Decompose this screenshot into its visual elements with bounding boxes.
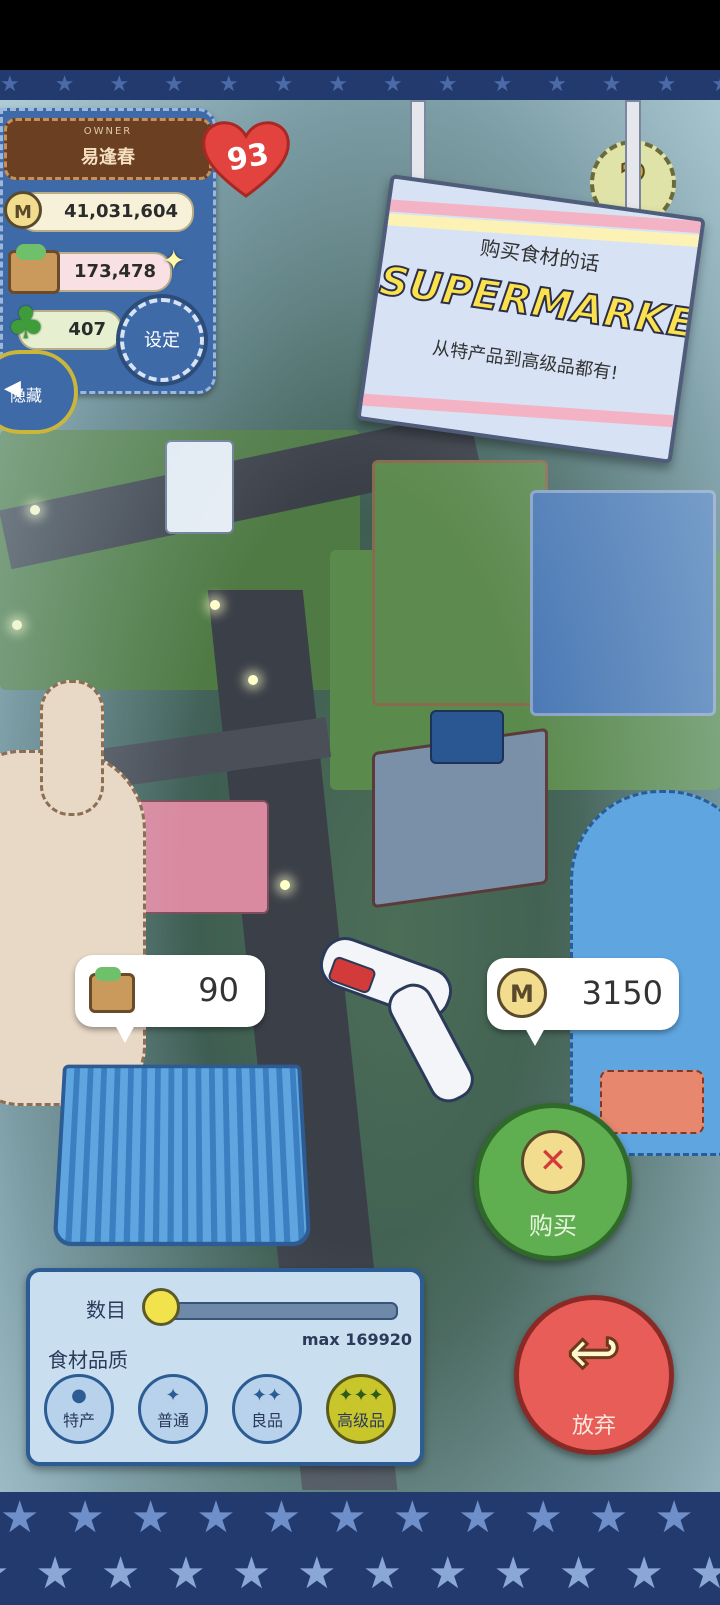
top-border-strip: ★ ★ ★ ★ ★ ★ ★ ★ ★ ★ ★ ★ ★ ★ ★ ★ ★ ★ ★ ★ (0, 70, 720, 100)
dot-icon: ● (71, 1385, 87, 1406)
double-diamond-icon: ✦✦ (251, 1385, 283, 1406)
quality-label: 食材品质 (48, 1348, 128, 1372)
rabbit-ear (40, 680, 104, 816)
coins-value: 41,031,604 (64, 201, 178, 222)
back-arrow-icon: ◀ (4, 376, 21, 401)
quality-option-premium[interactable]: ✦✦✦ 高级品 (326, 1374, 396, 1444)
quality-option-label: 特产 (62, 1411, 95, 1430)
quality-option-label: 普通 (156, 1411, 189, 1430)
owner-badge-label: OWNER (83, 126, 133, 137)
abandon-button[interactable]: ↩ 放弃 (514, 1295, 674, 1455)
buy-label: 购买 (529, 1212, 577, 1240)
owner-nameplate: OWNER 易逢春 (4, 118, 212, 180)
ingredient-amount-bubble: 90 (75, 955, 265, 1043)
penguin-apron (600, 1070, 704, 1134)
ingredients-value: 173,478 (74, 261, 156, 282)
buy-button[interactable]: ✕ 购买 (474, 1103, 632, 1261)
quality-option-label: 高级品 (336, 1411, 385, 1430)
quality-option-good[interactable]: ✦✦ 良品 (232, 1374, 302, 1444)
quantity-slider-track[interactable] (160, 1302, 398, 1320)
shopping-basket (52, 1064, 312, 1247)
quantity-slider-knob[interactable] (142, 1288, 180, 1326)
coins-display: 41,031,604 (18, 192, 194, 232)
coin-icon: M (497, 968, 547, 1018)
settings-button[interactable]: 设定 (120, 298, 204, 382)
level-heart-badge: 93 (200, 118, 292, 200)
star-pattern: ★ ★ ★ ★ ★ ★ ★ ★ ★ ★ ★ ★ (0, 1548, 720, 1599)
close-icon: ✕ (538, 1141, 568, 1181)
vegetables-icon (16, 244, 46, 260)
ingredient-amount-value: 90 (198, 971, 239, 1009)
quality-option-special[interactable]: ● 特产 (44, 1374, 114, 1444)
sparkle-icon: ✦ (162, 244, 186, 277)
coin-cost-bubble: M 3150 (487, 958, 679, 1046)
owner-name: 易逢春 (81, 147, 135, 168)
diamond-icon: ✦ (165, 1385, 181, 1406)
vegetables-icon (95, 967, 121, 981)
quality-option-label: 良品 (250, 1411, 283, 1430)
supermarket-sign: 购买食材的话 SUPERMARKET 从特产品到高级品都有! (356, 174, 706, 464)
coin-icon: M (4, 191, 42, 229)
quantity-max-label: max 169920 (301, 1330, 412, 1349)
clover-value: 407 (68, 319, 106, 340)
button-icon: ✕ (521, 1130, 585, 1194)
clover-icon: ♣ (6, 298, 46, 349)
star-pattern: ★ ★ ★ ★ ★ ★ ★ ★ ★ ★ ★ ★ ★ ★ ★ ★ ★ ★ ★ ★ (0, 72, 720, 97)
triple-diamond-icon: ✦✦✦ (338, 1385, 384, 1406)
sign-stripe (356, 392, 704, 430)
coin-cost-value: 3150 (581, 974, 663, 1012)
quantity-panel: 数目 max 169920 食材品质 ● 特产 ✦ 普通 ✦✦ 良品 ✦✦✦ 高… (26, 1268, 424, 1466)
bottom-border-strip: ★ ★ ★ ★ ★ ★ ★ ★ ★ ★ ★ ★ ★ ★ ★ ★ ★ ★ ★ ★ … (0, 1492, 720, 1605)
settings-label: 设定 (144, 330, 180, 351)
status-bar (0, 0, 720, 70)
return-arrow-icon: ↩ (566, 1316, 623, 1390)
quality-option-normal[interactable]: ✦ 普通 (138, 1374, 208, 1444)
abandon-label: 放弃 (571, 1414, 616, 1439)
quantity-label: 数目 (86, 1298, 126, 1322)
